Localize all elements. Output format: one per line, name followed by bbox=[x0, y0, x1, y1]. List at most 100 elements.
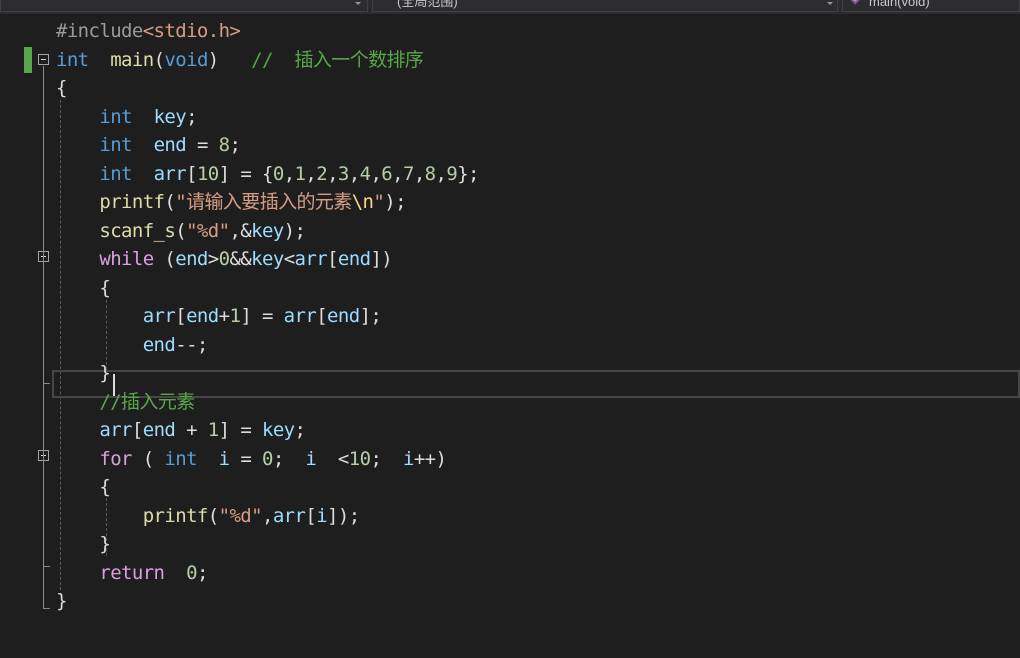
code-token: ; bbox=[294, 419, 306, 441]
current-line-highlight bbox=[52, 370, 1020, 398]
code-token: <stdio.h> bbox=[142, 20, 241, 42]
code-token: < bbox=[316, 447, 349, 470]
code-token: end bbox=[337, 248, 371, 270]
code-line[interactable]: arr[end + 1] = key; bbox=[56, 416, 306, 444]
code-token: && bbox=[229, 248, 252, 270]
code-token: { bbox=[56, 77, 67, 99]
code-token: --; bbox=[175, 333, 208, 356]
code-line[interactable]: { bbox=[56, 74, 67, 102]
chevron-down-icon bbox=[827, 2, 833, 5]
code-line[interactable]: int main(void) // 插入一个数排序 bbox=[56, 46, 424, 74]
function-dropdown-label: main(void) bbox=[869, 0, 930, 9]
code-line[interactable]: end--; bbox=[56, 331, 209, 359]
code-line[interactable]: } bbox=[56, 530, 110, 558]
code-token: , bbox=[261, 504, 273, 527]
code-token: arr bbox=[99, 419, 132, 441]
code-line[interactable]: #include<stdio.h> bbox=[56, 17, 241, 45]
code-line[interactable]: } bbox=[56, 359, 110, 387]
change-tracking-marker bbox=[24, 47, 32, 73]
code-token: + bbox=[218, 305, 230, 327]
code-token: // 插入一个数排序 bbox=[251, 48, 424, 71]
code-token: key bbox=[262, 419, 295, 441]
code-token: 6 bbox=[381, 162, 393, 185]
code-token: 0 bbox=[186, 561, 197, 584]
chevron-down-icon bbox=[355, 2, 361, 5]
code-token: } bbox=[56, 362, 111, 384]
code-line[interactable]: { bbox=[56, 473, 110, 501]
code-token: , bbox=[327, 162, 338, 185]
code-token: ( bbox=[153, 48, 165, 71]
code-token: return bbox=[99, 561, 165, 584]
code-token: end bbox=[175, 248, 208, 270]
code-token: < bbox=[283, 248, 295, 270]
code-token: 2 bbox=[316, 162, 328, 185]
code-token: \n bbox=[351, 191, 374, 213]
code-token: ) bbox=[207, 48, 252, 71]
code-token: ; bbox=[272, 447, 306, 470]
project-dropdown[interactable] bbox=[0, 0, 368, 12]
code-line[interactable]: int key; bbox=[56, 103, 197, 131]
code-token: ( bbox=[164, 191, 176, 213]
code-token: { bbox=[56, 476, 111, 498]
code-line[interactable]: int arr[10] = {0,1,2,3,4,6,7,8,9}; bbox=[56, 160, 479, 188]
code-line[interactable]: return 0; bbox=[56, 559, 208, 587]
code-line[interactable]: int end = 8; bbox=[56, 131, 241, 159]
code-line[interactable]: printf("请输入要插入的元素\n"); bbox=[56, 188, 406, 216]
scope-dropdown[interactable]: (全局范围) bbox=[372, 0, 838, 12]
code-token: ++) bbox=[413, 447, 447, 470]
code-line[interactable]: while (end>0&&key<arr[end]) bbox=[56, 245, 392, 273]
code-token: 10 bbox=[196, 162, 219, 185]
code-line[interactable]: for ( int i = 0; i <10; i++) bbox=[56, 445, 447, 473]
code-token: for bbox=[99, 447, 132, 470]
code-token: end bbox=[142, 333, 176, 356]
code-line[interactable]: //插入元素 bbox=[56, 388, 195, 416]
code-token: int bbox=[56, 48, 89, 71]
code-token: ,& bbox=[229, 219, 252, 242]
code-token: ] = { bbox=[218, 162, 274, 185]
code-line[interactable]: printf("%d",arr[i]); bbox=[56, 502, 360, 530]
code-token: = bbox=[229, 447, 263, 470]
code-token: printf bbox=[142, 504, 209, 527]
code-token: end bbox=[153, 134, 187, 156]
code-token: i bbox=[316, 504, 328, 527]
code-token: ( bbox=[207, 504, 219, 527]
code-token: [ bbox=[316, 305, 328, 327]
code-token: [ bbox=[305, 504, 317, 527]
code-editor[interactable]: #include<stdio.h> int main(void) // 插入一个数… bbox=[0, 14, 1020, 658]
code-line[interactable]: } bbox=[56, 587, 67, 615]
code-token: key bbox=[251, 219, 284, 242]
code-token: , bbox=[370, 162, 382, 185]
code-token: int bbox=[99, 162, 132, 185]
code-token: [ bbox=[131, 419, 143, 441]
code-token: main bbox=[110, 48, 154, 71]
code-token: void bbox=[164, 48, 208, 71]
code-token: ); bbox=[384, 191, 406, 213]
collapse-main-icon[interactable] bbox=[38, 54, 49, 65]
code-line[interactable]: arr[end+1] = arr[end]; bbox=[56, 302, 382, 330]
code-line[interactable]: { bbox=[56, 274, 110, 302]
code-line[interactable]: scanf_s("%d",&key); bbox=[56, 217, 306, 245]
code-token: "%d" bbox=[186, 219, 230, 242]
code-token: #include bbox=[56, 20, 143, 42]
code-token: scanf_s bbox=[99, 219, 176, 242]
code-token: } bbox=[56, 533, 111, 555]
code-token: printf bbox=[99, 191, 165, 213]
code-token: while bbox=[99, 248, 154, 270]
code-token: 1 bbox=[229, 305, 241, 327]
function-dropdown[interactable]: ◈ main(void) bbox=[842, 0, 1020, 12]
code-token: }; bbox=[457, 162, 479, 185]
